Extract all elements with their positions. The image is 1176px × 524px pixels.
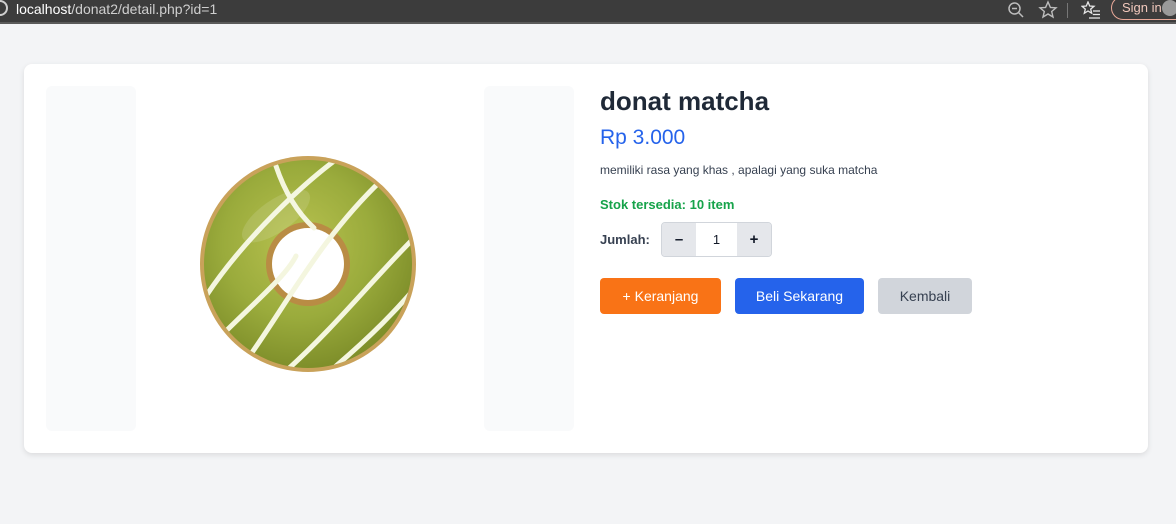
sign-in-button[interactable]: Sign in [1111, 0, 1176, 20]
increase-quantity-button[interactable]: + [737, 223, 771, 256]
profile-avatar-icon [1162, 0, 1176, 16]
image-pad-right [484, 86, 574, 431]
decrease-quantity-button[interactable]: – [662, 223, 696, 256]
product-description: memiliki rasa yang khas , apalagi yang s… [600, 163, 878, 177]
browser-toolbar: localhost/donat2/detail.php?id=1 Sign in [0, 0, 1176, 24]
star-icon[interactable] [1038, 0, 1058, 25]
site-info-icon[interactable] [0, 0, 8, 16]
sign-in-label: Sign in [1122, 0, 1162, 15]
favorites-icon[interactable] [1080, 0, 1101, 24]
quantity-label: Jumlah: [600, 232, 650, 247]
back-button[interactable]: Kembali [878, 278, 972, 314]
product-price: Rp 3.000 [600, 126, 686, 149]
zoom-out-icon[interactable] [1007, 1, 1025, 24]
image-pad-left [46, 86, 136, 431]
url-path: /donat2/detail.php?id=1 [71, 1, 218, 17]
stock-status: Stok tersedia: 10 item [600, 197, 735, 212]
product-image-area [46, 86, 574, 431]
donut-image [136, 86, 481, 431]
quantity-input[interactable] [696, 223, 737, 256]
product-title: donat matcha [600, 86, 770, 116]
product-card: donat matcha Rp 3.000 memiliki rasa yang… [24, 64, 1148, 453]
address-bar[interactable]: localhost/donat2/detail.php?id=1 [0, 0, 217, 20]
toolbar-divider [1067, 3, 1068, 18]
url-host: localhost [16, 1, 72, 17]
buy-now-button[interactable]: Beli Sekarang [735, 278, 864, 314]
quantity-stepper: – + [661, 222, 772, 257]
add-to-cart-button[interactable]: + Keranjang [600, 278, 721, 314]
